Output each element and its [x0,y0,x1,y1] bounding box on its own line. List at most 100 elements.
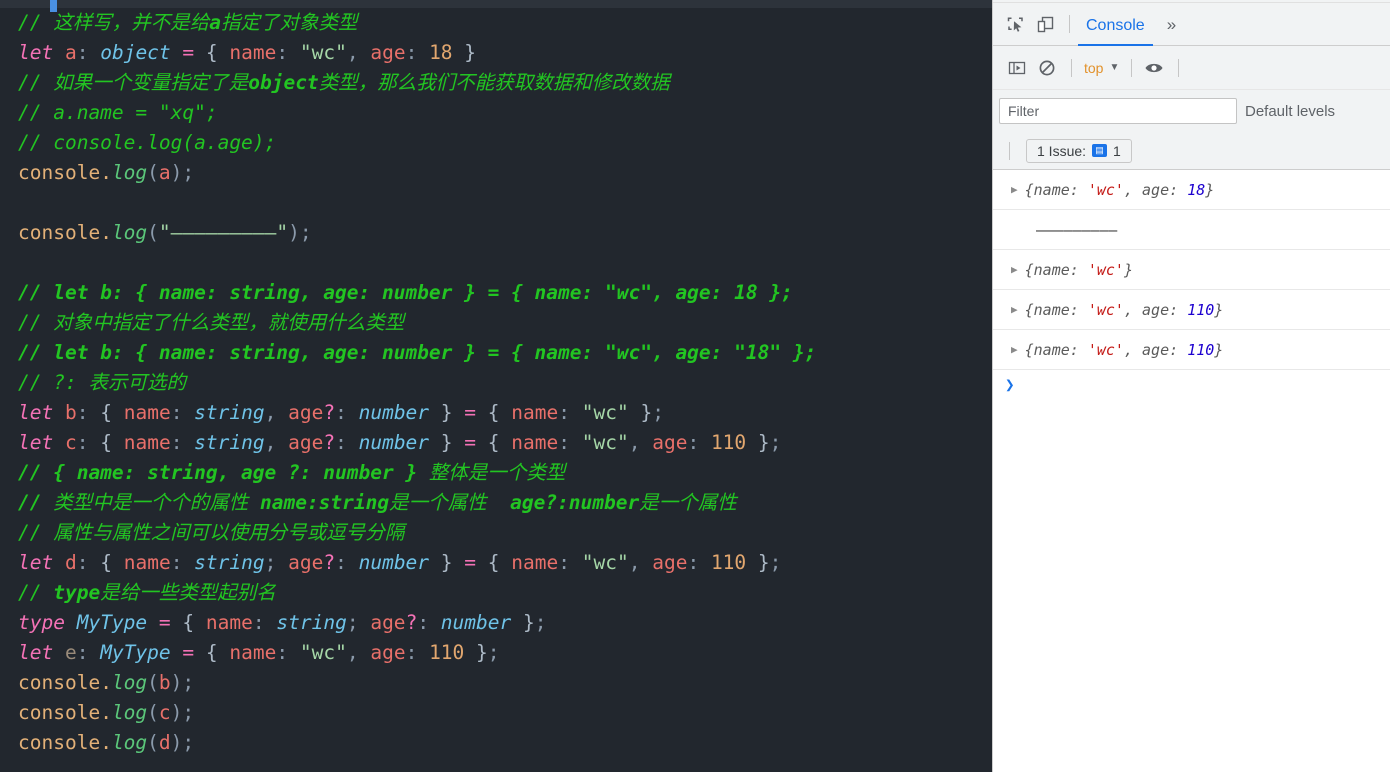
code-token: 是给一些类型起别名 [100,581,276,604]
code-token: let [18,431,54,454]
code-line[interactable]: console.log(a); [18,158,992,188]
log-levels-select[interactable]: Default levels [1245,103,1335,120]
console-object-preview: {name: 'wc'} [1025,261,1133,279]
code-line[interactable]: console.log(b); [18,668,992,698]
more-tabs-chevron-icon[interactable]: » [1167,16,1176,33]
code-line[interactable] [18,248,992,278]
console-object-row[interactable]: ▶ {name: 'wc', age: 110} [993,330,1390,370]
code-editor-pane[interactable]: // 这样写，并不是给a指定了对象类型 let a: object = { nam… [0,0,992,772]
code-line[interactable]: // ?: 表示可选的 [18,368,992,398]
console-object-row[interactable]: ▶ {name: 'wc', age: 110} [993,290,1390,330]
code-token: string [194,431,265,454]
code-token: log [111,701,148,724]
code-line[interactable]: let e: MyType = { name: "wc", age: 110 }… [18,638,992,668]
code-token: console [18,701,101,724]
tab-console[interactable]: Console [1078,3,1153,46]
code-token: let [18,41,54,64]
code-token: : [558,401,582,424]
code-line[interactable]: let a: object = { name: "wc", age: 18 } [18,38,992,68]
code-token: 110 [710,431,747,454]
code-line[interactable]: let d: { name: string; age?: number } = … [18,548,992,578]
code-line[interactable]: // 这样写，并不是给a指定了对象类型 [18,8,992,38]
code-line[interactable]: // 对象中指定了什么类型，就使用什么类型 [18,308,992,338]
console-sidebar-toggle-icon[interactable] [1003,54,1031,82]
code-token: name [205,611,253,634]
code-content[interactable]: // 这样写，并不是给a指定了对象类型 let a: object = { nam… [0,8,992,758]
code-token: 整体是一个类型 [428,461,566,484]
devtools-panel[interactable]: Console » top ▼ Filter Default levels 1 … [992,0,1390,772]
filter-input[interactable] [999,98,1237,124]
code-token: d [158,731,171,754]
issues-button[interactable]: 1 Issue: ▤ 1 [1026,138,1132,163]
live-expression-eye-icon[interactable] [1140,54,1168,82]
chevron-down-icon: ▼ [1109,62,1120,73]
console-token: 110 [1187,340,1215,359]
code-line[interactable]: // let b: { name: string, age: number } … [18,338,992,368]
code-line[interactable]: let c: { name: string, age?: number } = … [18,428,992,458]
code-token: ( [147,221,159,244]
console-token: 'wc' [1087,340,1124,359]
toolbar-divider [1178,58,1180,77]
code-token: // [18,581,54,604]
code-line[interactable]: // { name: string, age ?: number } 整体是一个… [18,458,992,488]
execution-context-select[interactable]: top ▼ [1080,60,1123,76]
clear-console-icon[interactable] [1033,54,1061,82]
code-line[interactable] [18,188,992,218]
code-line[interactable]: // let b: { name: string, age: number } … [18,278,992,308]
code-token: // 对象中指定了什么类型，就使用什么类型 [18,311,405,334]
code-token: age [370,641,406,664]
devtools-tabbar[interactable]: Console » [993,3,1390,46]
code-line[interactable]: console.log("—————————"); [18,218,992,248]
code-token: e [64,641,77,664]
code-line[interactable]: // a.name = "xq"; [18,98,992,128]
console-text-row[interactable]: ————————— [993,210,1390,250]
code-line[interactable]: // 如果一个变量指定了是object类型，那么我们不能获取数据和修改数据 [18,68,992,98]
console-toolbar[interactable]: top ▼ [993,46,1390,90]
console-filter-bar[interactable]: Default levels [993,90,1390,132]
code-token: name [511,551,559,574]
code-token: : [335,431,359,454]
code-line[interactable]: // type是给一些类型起别名 [18,578,992,608]
inspect-element-icon[interactable] [1001,10,1029,38]
console-token: , age: [1123,180,1188,199]
console-object-row[interactable]: ▶ {name: 'wc', age: 18} [993,170,1390,210]
code-line[interactable]: let b: { name: string, age?: number } = … [18,398,992,428]
code-line[interactable]: console.log(c); [18,698,992,728]
code-line[interactable]: // 类型中是一个个的属性 name:string是一个属性 age?:numb… [18,488,992,518]
code-token: = [182,41,195,64]
code-line[interactable]: // 属性与属性之间可以使用分号或逗号分隔 [18,518,992,548]
code-line[interactable]: // console.log(a.age); [18,128,992,158]
code-token: ; [769,551,782,574]
device-toolbar-icon[interactable] [1031,10,1059,38]
code-token: age [288,431,324,454]
disclosure-triangle-icon[interactable]: ▶ [1011,343,1018,356]
disclosure-triangle-icon[interactable]: ▶ [1011,303,1018,316]
code-token: MyType [76,611,148,634]
console-output[interactable]: ▶ {name: 'wc', age: 18} ————————— ▶ {name: '… [993,170,1390,772]
code-token: "wc" [581,431,629,454]
code-token: ( [147,671,159,694]
code-token: name [123,551,171,574]
disclosure-triangle-icon[interactable]: ▶ [1011,263,1018,276]
code-token: a [209,11,221,34]
code-line[interactable]: type MyType = { name: string; age?: numb… [18,608,992,638]
code-token: 是一个属性 [389,491,511,514]
console-object-row[interactable]: ▶ {name: 'wc'} [993,250,1390,290]
code-token: : [405,641,430,664]
disclosure-triangle-icon[interactable]: ▶ [1011,183,1018,196]
console-prompt[interactable]: ❯ [993,370,1390,398]
code-token: age [288,401,324,424]
issues-bar[interactable]: 1 Issue: ▤ 1 [993,132,1390,170]
code-token: . [100,701,112,724]
code-line[interactable]: console.log(d); [18,728,992,758]
console-token: 'wc' [1087,180,1124,199]
